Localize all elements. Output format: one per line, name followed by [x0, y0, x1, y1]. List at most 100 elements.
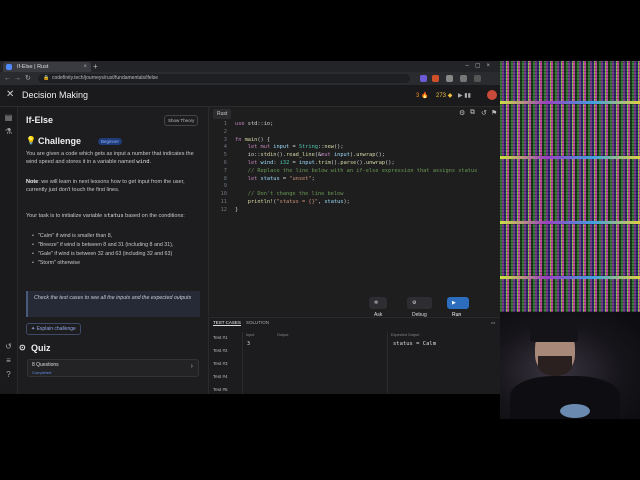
description-paragraph: You are given a code which gets as input…	[26, 151, 194, 165]
flag-icon[interactable]: ⚑	[491, 109, 497, 117]
bulb-icon: 💡	[26, 136, 36, 145]
forward-icon[interactable]: →	[14, 73, 21, 84]
expected-output-value: status = Calm	[393, 341, 437, 347]
back-icon[interactable]: ←	[4, 73, 11, 84]
list-item: "Gale" if wind is between 32 and 63 (inc…	[32, 251, 204, 258]
code-line: 3 fn main() {	[223, 136, 271, 143]
test-item[interactable]: Test #2	[213, 348, 228, 353]
play-icon: ▶	[452, 300, 456, 306]
list-item: "Storm" otherwise	[32, 260, 204, 267]
webcam-overlay	[500, 312, 640, 419]
person-cap	[530, 320, 578, 342]
gem-counter: 273 ◆	[436, 93, 453, 99]
quiz-count: 8 Questions	[32, 362, 59, 368]
header-actions[interactable]: ▶ ▮▮	[458, 92, 471, 99]
code-lines: 1 use std::io; 2 3 fn main() { 4 let mut i…	[215, 121, 500, 215]
person-beard	[538, 356, 572, 376]
test-panel: TEST CASES SOLUTION ▭ Test #1 Test #2 Te…	[208, 317, 500, 394]
test-item[interactable]: Test #4	[213, 374, 228, 379]
show-theory-button[interactable]: Show Theory	[164, 115, 199, 126]
copy-icon[interactable]: ⧉	[470, 109, 475, 117]
input-value: 3	[247, 341, 251, 347]
list-item: "Calm" if wind is smaller than 8,	[32, 233, 204, 240]
code-line: 4 let mut input = String::new();	[223, 144, 344, 151]
sliders-icon[interactable]: ≡	[4, 356, 13, 365]
settings-icon[interactable]: ⚙	[459, 109, 465, 117]
book-icon[interactable]: ▤	[4, 113, 13, 122]
code-line: 8 let status = "unset";	[223, 175, 315, 182]
code-line: 5 io::stdin().read_line(&mut input).unwr…	[223, 152, 385, 159]
favicon-icon	[6, 64, 12, 70]
code-line: 9	[223, 183, 227, 190]
conditions-list: "Calm" if wind is smaller than 8, "Breez…	[32, 233, 204, 269]
lock-icon: 🔒	[43, 75, 50, 81]
browser-window: If-Else | Rust × + –▢× ← → ↻ 🔒 codefinit…	[0, 61, 500, 394]
tab-test-cases[interactable]: TEST CASES	[213, 320, 241, 326]
new-tab-icon[interactable]: +	[93, 61, 98, 72]
flask-icon[interactable]: ⚗	[4, 127, 13, 136]
close-icon[interactable]: ✕	[6, 89, 14, 100]
reset-icon[interactable]: ↺	[481, 109, 487, 117]
avatar[interactable]	[487, 90, 497, 100]
task-paragraph: Your task is to initialize variable stat…	[26, 213, 185, 219]
divider	[387, 332, 388, 394]
reload-icon[interactable]: ↻	[25, 73, 31, 84]
microphone	[560, 404, 590, 418]
hint-callout: Check the test cases to see all the inpu…	[26, 291, 200, 317]
code-line: 12}	[220, 206, 239, 213]
flame-icon: 🔥	[421, 93, 429, 99]
profile-icon[interactable]	[460, 75, 467, 82]
quiz-status: Completed	[32, 370, 52, 375]
challenge-heading: 💡 Challenge	[26, 136, 81, 146]
terminal-visual	[500, 61, 640, 312]
noise-band	[500, 221, 640, 224]
extension-icon[interactable]	[420, 75, 427, 82]
app-header: ✕ Decision Making 3 🔥 273 ◆ ▶ ▮▮	[0, 85, 500, 107]
input-column-header: Input	[246, 333, 255, 337]
extension-icon[interactable]	[432, 75, 439, 82]
test-item[interactable]: Test #1	[213, 335, 228, 340]
test-item[interactable]: Test #5	[213, 387, 228, 392]
run-code-button[interactable]: ▶ Run Code	[447, 297, 469, 330]
explain-challenge-button[interactable]: ✦ Explain challenge	[26, 323, 81, 335]
streak-counter: 3 🔥	[416, 93, 429, 99]
quiz-card[interactable]: 8 Questions Completed ›	[27, 359, 199, 377]
address-bar: ← → ↻ 🔒 codefinity.tech/journeys/rust/fu…	[0, 72, 500, 85]
lesson-title: If-Else	[26, 115, 54, 125]
code-line: 7 // Replace the line below with an if-e…	[223, 167, 478, 174]
test-item[interactable]: Test #3	[213, 361, 228, 366]
menu-icon[interactable]	[474, 75, 481, 82]
close-tab-icon[interactable]: ×	[83, 62, 87, 72]
debug-button[interactable]: ⚙ Debug	[407, 297, 432, 318]
tab-bar: If-Else | Rust × + –▢×	[0, 61, 500, 72]
tab-solution[interactable]: SOLUTION	[246, 320, 269, 325]
url-field[interactable]: 🔒 codefinity.tech/journeys/rust/fundamen…	[38, 74, 410, 83]
code-line: 11 println!("status = {}", status);	[220, 198, 350, 205]
extensions-icon[interactable]	[446, 75, 453, 82]
code-editor[interactable]: Rust ⚙ ⧉ ↺ ⚑ 1 use std::io; 2 3 fn main() …	[208, 107, 500, 330]
code-line: 2	[223, 128, 227, 135]
expected-output-header: Expected Output	[391, 333, 420, 337]
noise-band	[500, 156, 640, 159]
help-icon[interactable]: ?	[4, 370, 13, 379]
code-line: 10 // Don't change the line below	[220, 191, 344, 198]
ask-ai-button[interactable]: ✲ Ask AI	[369, 297, 388, 330]
noise-band	[500, 276, 640, 279]
list-item: "Breeze" if wind is between 8 and 31 (in…	[32, 242, 204, 249]
code-line: 6 let wind: i32 = input.trim().parse().u…	[223, 159, 395, 166]
browser-tab-title: If-Else | Rust	[17, 64, 49, 70]
ai-icon: ✲	[374, 300, 379, 306]
language-tab[interactable]: Rust	[213, 109, 232, 119]
code-line: 1 use std::io;	[223, 121, 274, 127]
divider	[242, 332, 243, 394]
window-controls[interactable]: –▢×	[465, 61, 496, 72]
page-title: Decision Making	[22, 90, 89, 100]
quiz-icon: ⊙	[19, 343, 26, 352]
output-column-header: Output	[277, 333, 289, 337]
history-icon[interactable]: ↺	[4, 342, 13, 351]
challenge-label: Challenge	[38, 136, 82, 146]
browser-tab[interactable]: If-Else | Rust ×	[3, 62, 91, 72]
icon-rail: ▤ ⚗ ↺ ≡ ?	[0, 107, 18, 394]
collapse-icon[interactable]: ▭	[491, 320, 495, 326]
quiz-heading: ⊙ Quiz	[19, 343, 51, 353]
